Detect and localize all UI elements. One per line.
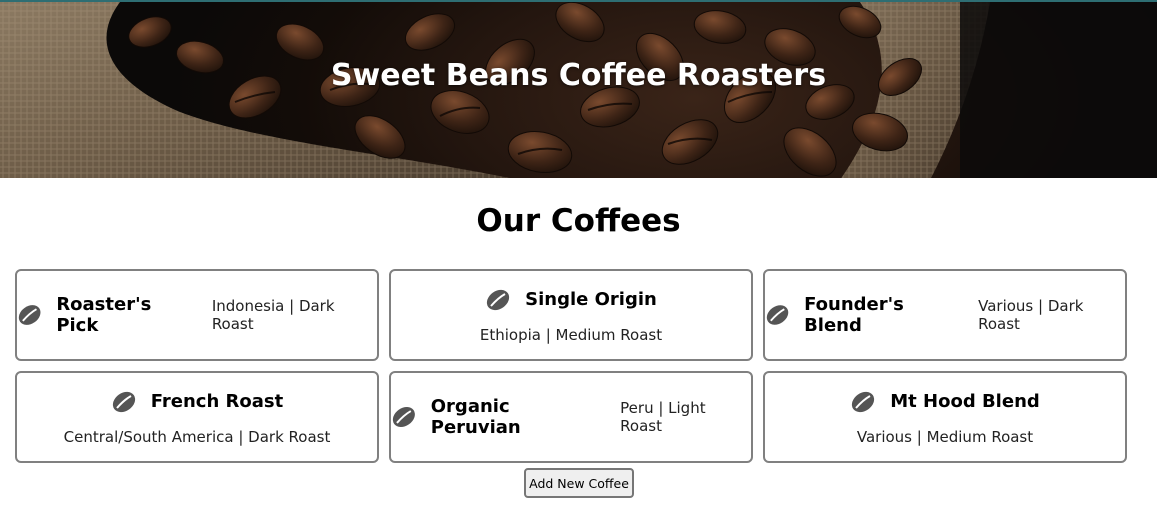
coffee-bean-icon — [112, 391, 135, 412]
coffee-card-roasters-pick[interactable]: Roaster's Pick Indonesia | Dark Roast — [15, 269, 379, 361]
section-title: Our Coffees — [476, 203, 681, 239]
coffee-card-founders-blend[interactable]: Founder's Blend Various | Dark Roast — [763, 269, 1127, 361]
add-new-coffee-button[interactable]: Add New Coffee — [524, 468, 634, 498]
coffee-bean-icon — [487, 289, 510, 310]
coffee-description: Ethiopia | Medium Roast — [479, 325, 663, 344]
coffee-bean-icon — [766, 305, 789, 325]
coffee-name: Mt Hood Blend — [890, 391, 1040, 412]
hero-banner: Sweet Beans Coffee Roasters — [0, 0, 1157, 178]
coffee-description: Various | Medium Roast — [856, 427, 1034, 446]
card-header: Roaster's Pick — [17, 294, 196, 336]
coffee-description: Indonesia | Dark Roast — [211, 297, 335, 333]
coffee-card-organic-peruvian[interactable]: Organic Peruvian Peru | Light Roast — [389, 371, 753, 463]
card-header: French Roast — [111, 389, 284, 415]
coffee-bean-icon — [852, 391, 875, 412]
coffee-name: Organic Peruvian — [430, 396, 521, 438]
coffee-card-french-roast[interactable]: French Roast Central/South America | Dar… — [15, 371, 379, 463]
coffee-card-single-origin[interactable]: Single Origin Ethiopia | Medium Roast — [389, 269, 753, 361]
coffee-card-mt-hood-blend[interactable]: Mt Hood Blend Various | Medium Roast — [763, 371, 1127, 463]
coffee-name: Founder's Blend — [804, 294, 904, 336]
coffee-bean-icon — [392, 407, 415, 427]
coffee-description: Various | Dark Roast — [978, 297, 1084, 333]
coffee-grid: Roaster's Pick Indonesia | Dark Roast Si… — [15, 269, 1127, 463]
coffee-bean-icon — [18, 305, 41, 325]
coffee-description: Peru | Light Roast — [620, 399, 706, 435]
card-header: Organic Peruvian — [391, 396, 604, 438]
coffee-description: Central/South America | Dark Roast — [63, 427, 331, 446]
card-header: Mt Hood Blend — [850, 389, 1040, 415]
site-title: Sweet Beans Coffee Roasters — [330, 58, 827, 93]
coffee-name: Roaster's Pick — [56, 294, 152, 336]
coffee-name: Single Origin — [525, 289, 657, 310]
coffee-name: French Roast — [150, 391, 284, 412]
card-header: Founder's Blend — [765, 294, 962, 336]
card-header: Single Origin — [485, 287, 657, 313]
